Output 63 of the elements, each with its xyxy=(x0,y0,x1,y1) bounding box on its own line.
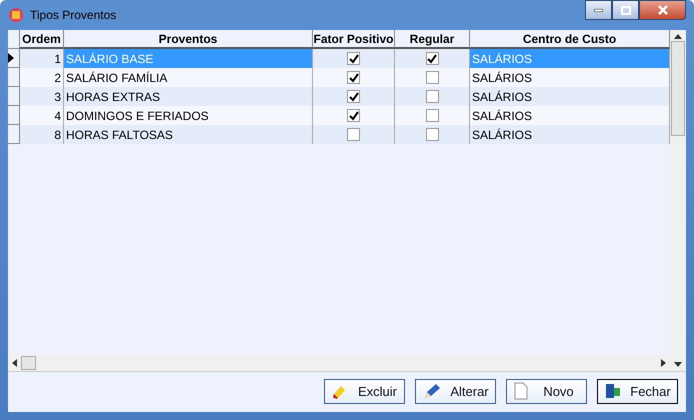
column-header[interactable]: Proventos xyxy=(64,30,313,49)
checkbox[interactable] xyxy=(426,71,438,84)
action-button[interactable]: Alterar xyxy=(415,378,496,404)
table-row[interactable]: 4 DOMINGOS E FERIADOS SALÁRIOS xyxy=(8,106,670,125)
column-header[interactable]: Regular xyxy=(395,30,470,49)
pencil-icon xyxy=(422,382,442,400)
door-icon xyxy=(604,382,622,400)
table-cell: 3 xyxy=(20,87,64,106)
row-indicator xyxy=(8,106,20,125)
maximize-icon xyxy=(620,6,630,14)
table-cell: HORAS EXTRAS xyxy=(64,87,313,106)
table-cell: SALÁRIO FAMÍLIA xyxy=(64,68,313,87)
table-row[interactable]: 1 SALÁRIO BASE SALÁRIOS xyxy=(8,49,670,68)
checkbox[interactable] xyxy=(347,52,360,65)
table-cell: SALÁRIOS xyxy=(470,68,670,87)
column-header[interactable]: Centro de Custo xyxy=(470,30,670,49)
checkbox[interactable] xyxy=(347,109,360,122)
table-cell: DOMINGOS E FERIADOS xyxy=(64,106,313,125)
minimize-icon xyxy=(594,8,603,12)
action-button[interactable]: Novo xyxy=(506,378,587,404)
table-cell: 1 xyxy=(20,49,64,68)
scroll-down-icon xyxy=(674,362,682,367)
checkbox[interactable] xyxy=(347,128,360,141)
action-button[interactable]: Fechar xyxy=(597,378,678,404)
maximize-button[interactable] xyxy=(612,0,639,20)
table-row[interactable]: 8 HORAS FALTOSAS SALÁRIOS xyxy=(8,125,670,144)
scroll-up-icon xyxy=(674,34,682,39)
table-cell: SALÁRIOS xyxy=(470,49,670,68)
checkbox[interactable] xyxy=(426,52,438,65)
close-button[interactable] xyxy=(639,0,686,20)
table-cell: 2 xyxy=(20,68,64,87)
scroll-thumb[interactable] xyxy=(21,356,36,370)
table-row[interactable]: 3 HORAS EXTRAS SALÁRIOS xyxy=(8,87,670,106)
table-cell: 4 xyxy=(20,106,64,125)
column-header[interactable]: Fator Positivo xyxy=(313,30,395,49)
app-icon xyxy=(8,7,24,23)
checkbox[interactable] xyxy=(347,90,360,103)
table-cell: SALÁRIO BASE xyxy=(64,49,313,68)
scroll-right-icon xyxy=(661,358,666,366)
table-cell: SALÁRIOS xyxy=(470,87,670,106)
table-cell: SALÁRIOS xyxy=(470,125,670,144)
checkbox[interactable] xyxy=(426,128,438,141)
table-cell: 8 xyxy=(20,125,64,144)
document-icon xyxy=(513,382,529,400)
header-corner xyxy=(8,30,20,49)
minimize-button[interactable] xyxy=(585,0,612,20)
horizontal-scrollbar[interactable] xyxy=(8,354,670,371)
checkbox[interactable] xyxy=(426,109,438,122)
close-icon xyxy=(658,5,668,15)
action-button[interactable]: Excluir xyxy=(324,378,405,404)
table-row[interactable]: 2 SALÁRIO FAMÍLIA SALÁRIOS xyxy=(8,68,670,87)
window-title: Tipos Proventos xyxy=(30,8,118,22)
scroll-thumb[interactable] xyxy=(671,41,685,136)
scroll-left-icon xyxy=(12,358,17,366)
column-header[interactable]: Ordem xyxy=(20,30,64,49)
table-cell: HORAS FALTOSAS xyxy=(64,125,313,144)
row-pointer-icon xyxy=(8,53,14,63)
vertical-scrollbar[interactable] xyxy=(670,30,686,371)
row-indicator xyxy=(8,68,20,87)
checkbox[interactable] xyxy=(426,90,438,103)
checkbox[interactable] xyxy=(347,71,360,84)
table-cell: SALÁRIOS xyxy=(470,106,670,125)
row-indicator xyxy=(8,87,20,106)
